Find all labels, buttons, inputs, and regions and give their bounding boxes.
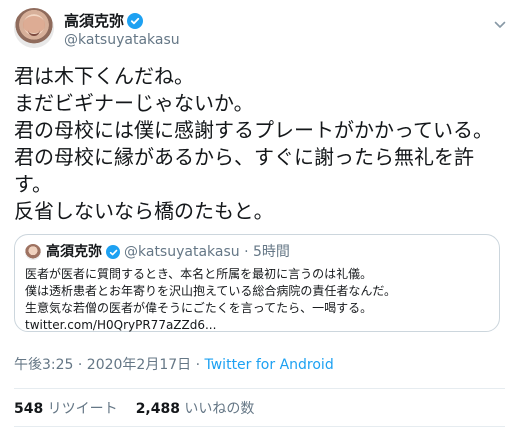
likes-stat[interactable]: 2,488 いいねの数 (136, 401, 255, 417)
quoted-meta: @katsuyatakasu · 5時間 (124, 244, 290, 260)
verified-badge-icon (127, 13, 144, 29)
quoted-link[interactable]: twitter.com/H0QryPR77aZZd6... (25, 317, 489, 334)
quoted-tweet-header: 高須克弥 @katsuyatakasu · 5時間 (25, 243, 489, 261)
quoted-avatar-icon (25, 244, 41, 260)
tweet-text-line: 君の母校に縁があるから、すぐに謝ったら無礼を許 (14, 145, 474, 169)
verified-badge-icon (106, 245, 120, 259)
timestamp-text[interactable]: 午後3:25 · 2020年2月17日 · (14, 357, 205, 373)
likes-label: いいねの数 (179, 401, 255, 417)
tweet-card: 高須克弥 @katsuyatakasu 君は木下くんだね。 まだビギナーじゃない… (0, 0, 519, 427)
tweet-text: 君は木下くんだね。 まだビギナーじゃないか。 君の母校には僕に感謝するプレートが… (14, 63, 506, 225)
tweet-text-line: 反省しないなら橋のたもと。 (14, 199, 274, 223)
avatar-icon[interactable] (14, 8, 54, 48)
quoted-text-line: 医者が医者に質問するとき、本名と所属を最初に言うのは礼儀。 (25, 267, 373, 281)
tweet-text-line: 君は木下くんだね。 (14, 64, 194, 88)
quoted-display-name: 高須克弥 (46, 244, 102, 260)
divider (14, 388, 505, 389)
tweet-timestamp: 午後3:25 · 2020年2月17日 · Twitter for Androi… (14, 356, 334, 374)
tweet-text-line: 君の母校には僕に感謝するプレートがかかっている。 (14, 118, 493, 142)
author-handle[interactable]: @katsuyatakasu (64, 32, 180, 49)
engagement-stats: 548 リツイート 2,488 いいねの数 (14, 400, 254, 418)
retweets-label: リツイート (43, 401, 118, 417)
retweets-count: 548 (14, 401, 44, 417)
tweet-text-line: す。 (14, 172, 52, 196)
likes-count: 2,488 (135, 401, 180, 417)
display-name[interactable]: 高須克弥 (64, 12, 124, 30)
chevron-down-icon[interactable] (491, 16, 509, 34)
quoted-tweet-text: 医者が医者に質問するとき、本名と所属を最初に言うのは礼儀。 僕は透析患者とお年寄… (25, 266, 489, 334)
quoted-tweet-card[interactable]: 高須克弥 @katsuyatakasu · 5時間 医者が医者に質問するとき、本… (14, 234, 500, 332)
author-names: 高須克弥 @katsuyatakasu (64, 12, 180, 49)
display-name-row: 高須克弥 (64, 12, 180, 30)
tweet-text-line: まだビギナーじゃないか。 (14, 91, 254, 115)
client-link[interactable]: Twitter for Android (205, 357, 334, 373)
quoted-text-line: 生意気な若僧の医者が偉そうにごたくを言ってたら、一喝する。 (25, 301, 373, 315)
retweets-stat[interactable]: 548 リツイート (14, 401, 118, 417)
quoted-text-line: 僕は透析患者とお年寄りを沢山抱えている総合病院の責任者なんだ。 (25, 284, 397, 298)
tweet-header: 高須克弥 @katsuyatakasu (14, 8, 509, 52)
